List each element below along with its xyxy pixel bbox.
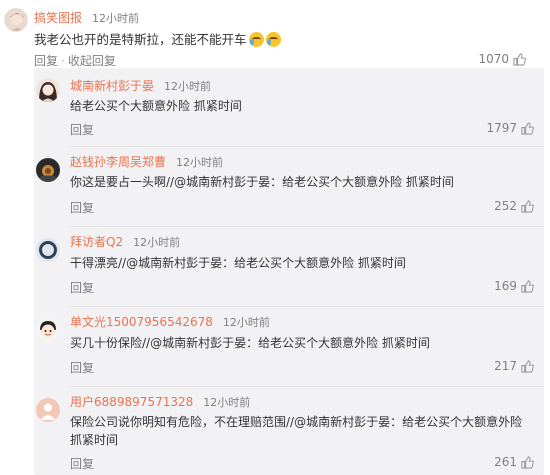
like-count: 1797 bbox=[486, 121, 517, 135]
avatar[interactable] bbox=[36, 78, 60, 102]
timestamp: 12小时前 bbox=[164, 80, 212, 93]
avatar-image bbox=[36, 78, 60, 102]
reply-button[interactable]: 回复 bbox=[34, 54, 58, 68]
reply-text: 买几十份保险//@城南新村彭于晏：给老公买个大额意外险 抓紧时间 bbox=[70, 336, 430, 350]
reply-header: 城南新村彭于晏 12小时前 bbox=[70, 78, 211, 95]
like-count: 261 bbox=[494, 455, 517, 469]
like-button[interactable]: 261 bbox=[494, 455, 534, 469]
like-button[interactable]: 169 bbox=[494, 279, 534, 293]
reply-header: 用户6889897571328 12小时前 bbox=[70, 394, 250, 411]
separator: · bbox=[61, 54, 65, 68]
like-button[interactable]: 1797 bbox=[486, 121, 534, 135]
like-button[interactable]: 1070 bbox=[478, 52, 526, 66]
thumbs-up-icon bbox=[521, 121, 534, 135]
reply-item: 单文光15007956542678 12小时前 买几十份保险//@城南新村彭于晏：… bbox=[34, 306, 544, 386]
timestamp: 12小时前 bbox=[176, 156, 224, 169]
reply-text: 保险公司说你明知有危险，不在理赔范围//@城南新村彭于晏：给老公买个大额意外险 … bbox=[70, 415, 523, 447]
like-count: 1070 bbox=[478, 52, 509, 66]
reply-text: 给老公买个大额意外险 抓紧时间 bbox=[70, 99, 242, 113]
comment-body: 我老公也开的是特斯拉，还能不能开车 bbox=[34, 32, 247, 47]
divider bbox=[70, 386, 544, 387]
reply-text: 你这是要占一头啊//@城南新村彭于晏：给老公买个大额意外险 抓紧时间 bbox=[70, 175, 454, 189]
avatar[interactable] bbox=[36, 238, 60, 262]
timestamp: 12小时前 bbox=[133, 236, 181, 249]
timestamp: 12小时前 bbox=[222, 316, 270, 329]
like-count: 217 bbox=[494, 359, 517, 373]
reply-header: 拜访者Q2 12小时前 bbox=[70, 234, 180, 251]
reply-list: 城南新村彭于晏 12小时前 给老公买个大额意外险 抓紧时间 回复 1797 赵钱孙… bbox=[34, 68, 544, 475]
avatar-image bbox=[5, 9, 27, 31]
like-button[interactable]: 252 bbox=[494, 199, 534, 213]
comment-header: 搞笑图报 12小时前 bbox=[34, 10, 139, 27]
reply-item: 城南新村彭于晏 12小时前 给老公买个大额意外险 抓紧时间 回复 1797 bbox=[34, 68, 544, 146]
thumbs-up-icon bbox=[513, 52, 526, 66]
reply-button[interactable]: 回复 bbox=[70, 359, 94, 376]
reply-button[interactable]: 回复 bbox=[70, 455, 94, 472]
divider bbox=[70, 306, 544, 307]
avatar[interactable] bbox=[36, 398, 60, 422]
username-link[interactable]: 赵钱孙李周吴郑曹 bbox=[70, 155, 166, 169]
reply-button[interactable]: 回复 bbox=[70, 279, 94, 296]
crying-laughing-emoji-icon bbox=[248, 32, 264, 47]
reply-button[interactable]: 回复 bbox=[70, 121, 94, 138]
timestamp: 12小时前 bbox=[203, 396, 251, 409]
comment-actions: 回复 · 收起回复 bbox=[34, 52, 116, 69]
username-link[interactable]: 单文光15007956542678 bbox=[70, 315, 213, 329]
avatar[interactable] bbox=[36, 158, 60, 182]
thumbs-up-icon bbox=[521, 199, 534, 213]
reply-text: 干得漂亮//@城南新村彭于晏：给老公买个大额意外险 抓紧时间 bbox=[70, 256, 406, 270]
username-link[interactable]: 拜访者Q2 bbox=[70, 235, 123, 249]
crying-laughing-emoji-icon bbox=[265, 32, 281, 47]
avatar-image bbox=[36, 318, 60, 342]
divider bbox=[70, 146, 544, 147]
avatar[interactable] bbox=[4, 8, 28, 32]
ring-icon bbox=[36, 238, 60, 262]
reply-item: 赵钱孙李周吴郑曹 12小时前 你这是要占一头啊//@城南新村彭于晏：给老公买个大额… bbox=[34, 146, 544, 226]
username-link[interactable]: 城南新村彭于晏 bbox=[70, 79, 154, 93]
thumbs-up-icon bbox=[521, 359, 534, 373]
timestamp: 12小时前 bbox=[92, 12, 140, 25]
username-link[interactable]: 搞笑图报 bbox=[34, 11, 82, 25]
reply-button[interactable]: 回复 bbox=[70, 199, 94, 216]
reply-header: 赵钱孙李周吴郑曹 12小时前 bbox=[70, 154, 223, 171]
thumbs-up-icon bbox=[521, 279, 534, 293]
avatar[interactable] bbox=[36, 318, 60, 342]
thumbs-up-icon bbox=[521, 455, 534, 469]
reply-item: 用户6889897571328 12小时前 保险公司说你明知有危险，不在理赔范围/… bbox=[34, 386, 544, 475]
reply-item: 拜访者Q2 12小时前 干得漂亮//@城南新村彭于晏：给老公买个大额意外险 抓紧时… bbox=[34, 226, 544, 306]
like-button[interactable]: 217 bbox=[494, 359, 534, 373]
like-count: 169 bbox=[494, 279, 517, 293]
default-avatar-icon bbox=[36, 398, 60, 422]
divider bbox=[70, 226, 544, 227]
collapse-replies-button[interactable]: 收起回复 bbox=[68, 54, 116, 68]
reply-header: 单文光15007956542678 12小时前 bbox=[70, 314, 270, 331]
comment-text: 我老公也开的是特斯拉，还能不能开车 bbox=[34, 31, 281, 49]
like-count: 252 bbox=[494, 199, 517, 213]
username-link[interactable]: 用户6889897571328 bbox=[70, 395, 193, 409]
avatar-image bbox=[36, 158, 60, 182]
